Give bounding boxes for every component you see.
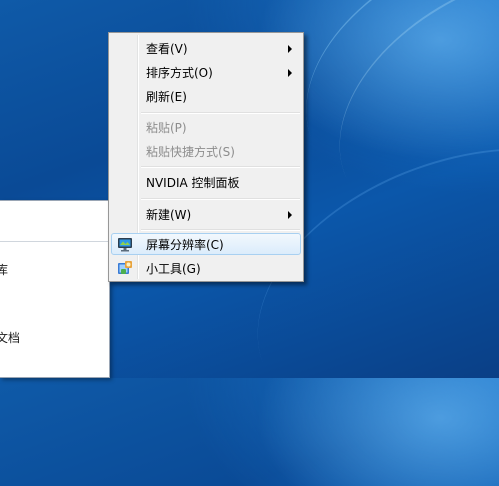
menu-item-label: NVIDIA 控制面板: [146, 176, 240, 190]
menu-item-screen-resolution[interactable]: 屏幕分辨率(C): [111, 233, 301, 255]
window-list-item[interactable]: 文档: [0, 329, 20, 347]
menu-item-paste-shortcut: 粘贴快捷方式(S): [111, 140, 301, 162]
monitor-icon: [118, 238, 132, 252]
menu-item-refresh[interactable]: 刷新(E): [111, 85, 301, 107]
menu-separator: [141, 198, 300, 200]
partial-window: 库 文档: [0, 200, 110, 378]
menu-item-label: 刷新(E): [146, 90, 187, 104]
menu-item-label: 屏幕分辨率(C): [146, 238, 224, 252]
menu-separator: [141, 229, 300, 231]
submenu-arrow-icon: [288, 45, 292, 53]
menu-item-paste: 粘贴(P): [111, 116, 301, 138]
menu-item-new[interactable]: 新建(W): [111, 203, 301, 225]
menu-item-label: 查看(V): [146, 42, 188, 56]
gadgets-icon: [118, 261, 132, 274]
menu-separator: [141, 112, 300, 114]
menu-item-label: 新建(W): [146, 208, 192, 222]
menu-item-label: 粘贴快捷方式(S): [146, 145, 235, 159]
menu-separator: [141, 166, 300, 168]
window-list-item[interactable]: 库: [0, 261, 8, 279]
menu-item-gadgets[interactable]: 小工具(G): [111, 257, 301, 279]
menu-item-label: 小工具(G): [146, 262, 201, 276]
menu-item-nvidia-control-panel[interactable]: NVIDIA 控制面板: [111, 171, 301, 193]
desktop-context-menu: 查看(V) 排序方式(O) 刷新(E) 粘贴(P) 粘贴快捷方式(S) NVID…: [108, 32, 304, 282]
menu-item-sort-by[interactable]: 排序方式(O): [111, 61, 301, 83]
submenu-arrow-icon: [288, 69, 292, 77]
window-divider: [0, 241, 109, 242]
menu-item-view[interactable]: 查看(V): [111, 37, 301, 59]
menu-item-label: 粘贴(P): [146, 121, 187, 135]
submenu-arrow-icon: [288, 211, 292, 219]
menu-item-label: 排序方式(O): [146, 66, 213, 80]
